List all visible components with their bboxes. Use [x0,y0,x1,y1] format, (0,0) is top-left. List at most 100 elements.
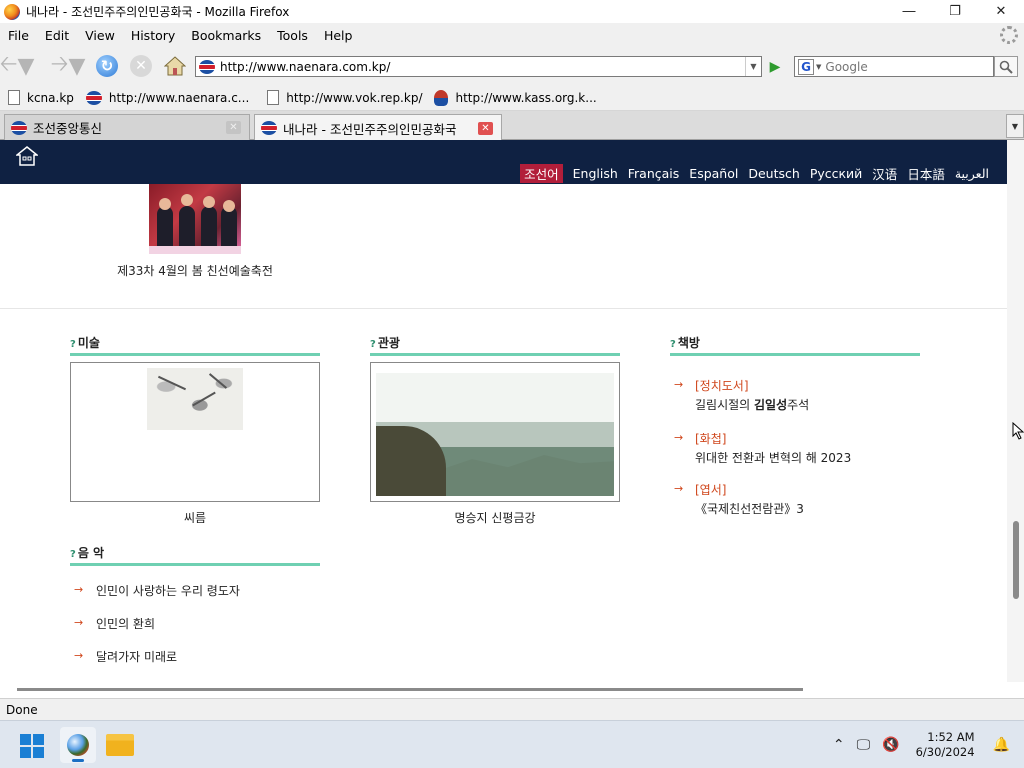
file-explorer-icon[interactable] [106,734,134,756]
stop-button[interactable]: ✕ [128,53,154,79]
maximize-button[interactable]: ❐ [932,0,978,23]
bullet-icon: ? [70,549,76,560]
page-viewport: 조선어 English Français Español Deutsch Рус… [0,140,1007,682]
book-title[interactable]: 길림시절의 김일성주석 [695,396,809,413]
firefox-icon [67,734,89,756]
bookmark-item[interactable]: http://www.kass.org.k... [434,89,597,106]
tab-naenara[interactable]: 내나라 - 조선민주주의인민공화국 ✕ [254,114,502,141]
navigation-toolbar: 🡠 ▼ 🡢 ▼ ↻ ✕ http://www.naenara.com.kp/ ▼… [0,47,1024,85]
back-history-dropdown-icon[interactable]: ▼ [17,54,34,79]
horizontal-scrollbar[interactable] [17,688,803,691]
menu-view[interactable]: View [77,28,123,43]
clock[interactable]: 1:52 AM 6/30/2024 [916,730,975,760]
book-category[interactable]: [엽서] [695,481,726,498]
search-input[interactable] [825,59,976,74]
lang-arabic[interactable]: العربية [955,166,989,181]
home-button[interactable] [162,53,188,79]
minimize-button[interactable]: ― [886,0,932,23]
book-category[interactable]: [정치도서] [695,377,749,394]
menu-file[interactable]: File [0,28,37,43]
section-divider [0,308,1007,309]
close-window-button[interactable]: ✕ [978,0,1024,23]
go-button[interactable]: ▶ [764,56,786,77]
search-go-button[interactable] [994,56,1018,77]
tab-bar: 조선중앙통신 ✕ 내나라 - 조선민주주의인민공화국 ✕ ▼ [0,111,1024,141]
music-section-bar [70,563,320,566]
search-engine-dropdown-icon[interactable]: ▼ [816,63,821,71]
lang-german[interactable]: Deutsch [748,166,799,181]
google-engine-icon[interactable]: G [798,58,814,75]
menu-history[interactable]: History [123,28,183,43]
art-section-bar [70,353,320,356]
tourism-section-bar [370,353,620,356]
arrow-bullet-icon: → [674,482,684,495]
taskbar-firefox-button[interactable] [60,727,96,763]
arrow-bullet-icon: → [674,378,684,391]
lang-japanese[interactable]: 日本語 [907,164,945,183]
tab-kcna[interactable]: 조선중앙통신 ✕ [4,114,250,140]
menu-bookmarks[interactable]: Bookmarks [183,28,269,43]
tourism-image[interactable] [376,373,614,496]
back-button[interactable]: 🡠 ▼ [0,52,34,79]
music-item[interactable]: 인민이 사랑하는 우리 령도자 [96,582,240,599]
lang-korean[interactable]: 조선어 [520,164,563,183]
magnifier-icon [999,60,1013,74]
music-section-title: ? 음 악 [70,546,105,560]
tab-close-icon[interactable]: ✕ [226,121,241,134]
system-tray: ⌃ 🖵 🔇 1:52 AM 6/30/2024 🔔 [827,721,1024,768]
bookmark-item[interactable]: kcna.kp [8,90,74,105]
book-category[interactable]: [화첩] [695,430,726,447]
book-title[interactable]: 위대한 전환과 변혁의 해 2023 [695,449,851,466]
reload-icon: ↻ [96,55,118,77]
clock-date: 6/30/2024 [915,745,975,759]
lang-chinese[interactable]: 汉语 [872,164,897,183]
menu-tools[interactable]: Tools [269,28,316,43]
url-text[interactable]: http://www.naenara.com.kp/ [220,60,745,74]
url-history-dropdown-icon[interactable]: ▼ [745,57,761,76]
lang-spanish[interactable]: Español [689,166,738,181]
window-title: 내나라 - 조선민주주의인민공화국 - Mozilla Firefox [26,5,290,19]
site-home-icon[interactable] [16,145,38,167]
festival-caption[interactable]: 제33차 4월의 봄 친선예술축전 [80,262,310,279]
festival-thumbnail[interactable] [149,184,241,254]
chevron-up-icon[interactable]: ⌃ [833,737,845,753]
menu-edit[interactable]: Edit [37,28,77,43]
network-icon[interactable]: 🖵 [857,737,871,753]
status-text: Done [6,702,38,717]
lang-english[interactable]: English [573,166,618,181]
arrow-bullet-icon: → [74,583,84,596]
tab-close-icon[interactable]: ✕ [478,121,493,135]
dprk-flag-icon [11,120,27,135]
music-item[interactable]: 달려가자 미래로 [96,648,177,665]
music-item[interactable]: 인민의 환희 [96,615,155,632]
reload-button[interactable]: ↻ [94,53,120,79]
scrollbar-thumb[interactable] [1013,521,1019,599]
forward-button[interactable]: 🡢 ▼ [48,52,88,79]
language-menu: 조선어 English Français Español Deutsch Рус… [510,164,989,183]
tab-list-dropdown-icon[interactable]: ▼ [1006,114,1024,138]
bookmark-label: http://www.vok.rep.kp/ [286,90,423,105]
bookmark-item[interactable]: http://www.naenara.c... [85,90,250,105]
lang-french[interactable]: Français [628,166,680,181]
book-title[interactable]: 《국제친선전람관》3 [695,500,804,517]
start-windows-icon[interactable] [20,734,44,758]
forward-history-dropdown-icon[interactable]: ▼ [68,54,85,79]
bookmark-label: kcna.kp [27,90,74,105]
bookmark-label: http://www.naenara.c... [108,90,250,105]
art-image[interactable] [147,368,243,430]
home-icon [164,56,186,76]
site-header: 조선어 English Français Español Deutsch Рус… [0,140,1007,184]
tourism-caption[interactable]: 명승지 신평금강 [370,509,620,526]
notification-bell-icon[interactable]: 🔔 [993,737,1010,753]
firefox-logo-icon [4,3,20,20]
search-box[interactable]: G ▼ [794,56,994,77]
vertical-scrollbar[interactable] [1007,140,1024,682]
tab-label: 조선중앙통신 [33,121,103,136]
bookmark-item[interactable]: http://www.vok.rep.kp/ [267,90,422,105]
lang-russian[interactable]: Русский [810,166,862,181]
address-bar[interactable]: http://www.naenara.com.kp/ ▼ [195,56,762,77]
volume-muted-icon[interactable]: 🔇 [882,737,899,753]
clock-time: 1:52 AM [927,730,975,744]
menu-help[interactable]: Help [316,28,361,43]
art-caption[interactable]: 씨름 [70,509,320,526]
